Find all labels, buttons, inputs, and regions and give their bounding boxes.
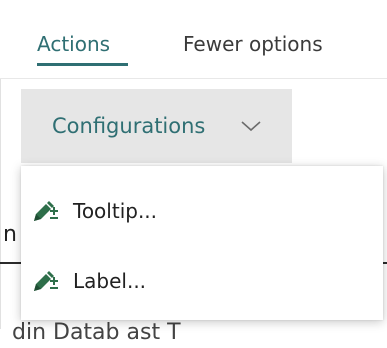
edit-add-icon	[34, 271, 58, 291]
tab-fewer-options[interactable]: Fewer options	[183, 27, 323, 61]
chevron-down-icon	[241, 121, 261, 132]
edit-add-icon	[34, 201, 58, 221]
tab-actions[interactable]: Actions	[37, 27, 110, 61]
tabs-divider	[0, 78, 387, 79]
background-bottom-text: din Datab ast T	[12, 320, 181, 345]
configurations-label: Configurations	[52, 114, 206, 138]
menu-item-tooltip[interactable]: Tooltip...	[21, 186, 383, 236]
menu-item-label-option[interactable]: Label...	[21, 256, 383, 306]
menu-item-label: Tooltip...	[73, 199, 158, 223]
configurations-menu: Tooltip... Label...	[21, 166, 383, 320]
action-tabs: Actions Fewer options	[0, 0, 387, 79]
menu-item-label: Label...	[73, 269, 147, 293]
configurations-button[interactable]: Configurations	[21, 89, 292, 163]
background-partial-text: n	[3, 222, 17, 247]
active-tab-indicator	[37, 63, 128, 66]
